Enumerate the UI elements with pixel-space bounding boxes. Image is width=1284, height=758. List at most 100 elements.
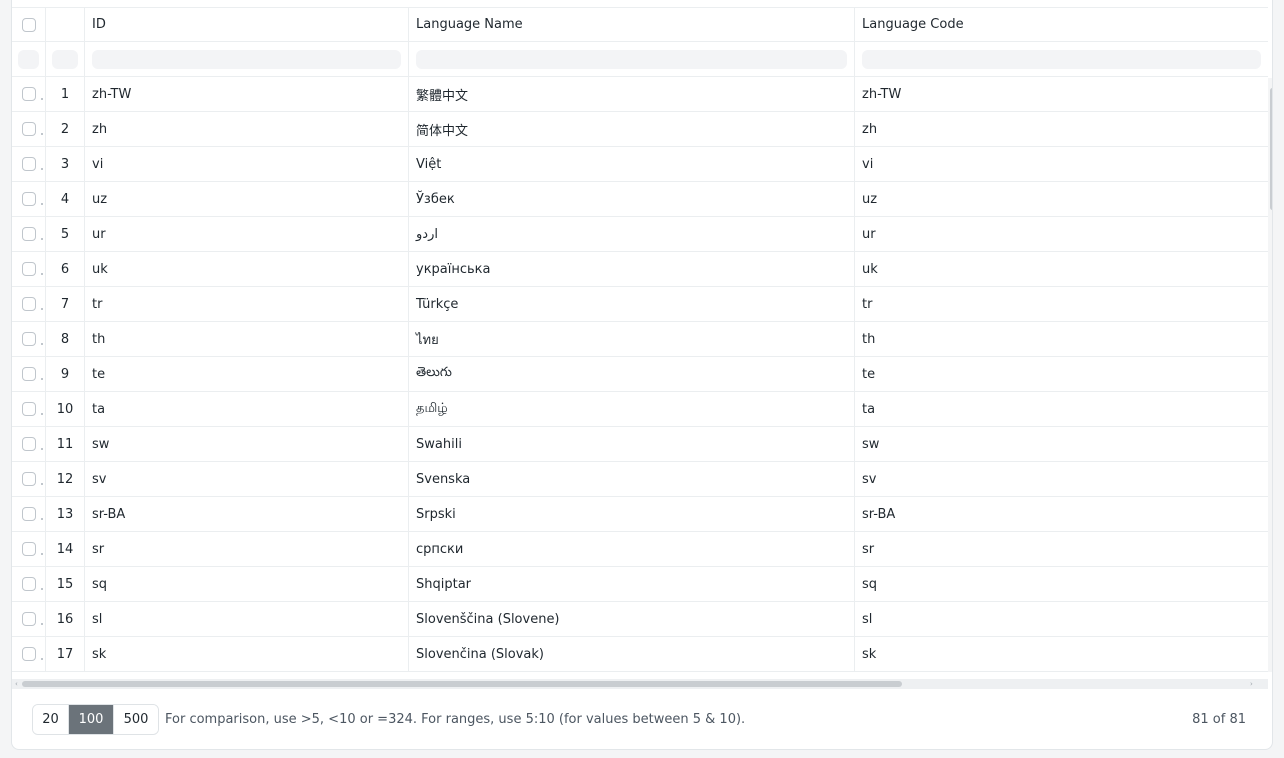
row-checkbox[interactable] <box>21 297 36 311</box>
cell-id[interactable]: ta <box>85 392 409 426</box>
cell-language-code[interactable]: th <box>855 322 1268 356</box>
table-row[interactable]: 2 zh 简体中文 zh <box>12 112 1268 147</box>
filter-input-language-code[interactable] <box>862 49 1261 69</box>
cell-language-code[interactable]: sw <box>855 427 1268 461</box>
cell-id[interactable]: sv <box>85 462 409 496</box>
table-row[interactable]: 12 sv Svenska sv <box>12 462 1268 497</box>
cell-language-code[interactable]: sv <box>855 462 1268 496</box>
row-checkbox[interactable] <box>21 612 36 626</box>
cell-id[interactable]: vi <box>85 147 409 181</box>
row-checkbox[interactable] <box>21 367 36 381</box>
cell-language-name[interactable]: Việt <box>409 147 855 181</box>
horizontal-scrollbar-thumb[interactable] <box>22 681 902 687</box>
row-checkbox[interactable] <box>21 192 36 206</box>
table-row[interactable]: 13 sr-BA Srpski sr-BA <box>12 497 1268 532</box>
cell-language-name[interactable]: தமிழ் <box>409 392 855 426</box>
cell-id[interactable]: uz <box>85 182 409 216</box>
page-size-500-button[interactable]: 500 <box>113 705 158 734</box>
cell-language-code[interactable]: ur <box>855 217 1268 251</box>
cell-language-code[interactable]: zh-TW <box>855 77 1268 111</box>
cell-id[interactable]: zh <box>85 112 409 146</box>
cell-language-code[interactable]: sr-BA <box>855 497 1268 531</box>
table-row[interactable]: 7 tr Türkçe tr <box>12 287 1268 322</box>
cell-id[interactable]: tr <box>85 287 409 321</box>
cell-id[interactable]: sk <box>85 637 409 671</box>
cell-id[interactable]: uk <box>85 252 409 286</box>
cell-id[interactable]: sq <box>85 567 409 601</box>
column-header-id[interactable]: ID <box>85 8 409 41</box>
cell-language-name[interactable]: Swahili <box>409 427 855 461</box>
row-checkbox[interactable] <box>21 402 36 416</box>
cell-language-name[interactable]: 繁體中文 <box>409 77 855 111</box>
cell-id[interactable]: ur <box>85 217 409 251</box>
table-row[interactable]: 10 ta தமிழ் ta <box>12 392 1268 427</box>
select-all-checkbox[interactable] <box>21 17 36 32</box>
cell-language-name[interactable]: Svenska <box>409 462 855 496</box>
cell-language-name[interactable]: українська <box>409 252 855 286</box>
cell-language-name[interactable]: ไทย <box>409 322 855 356</box>
scroll-left-arrow-icon[interactable]: ‹ <box>15 679 18 689</box>
row-checkbox[interactable] <box>21 227 36 241</box>
table-row[interactable]: 5 ur اردو ur <box>12 217 1268 252</box>
table-row[interactable]: 11 sw Swahili sw <box>12 427 1268 462</box>
table-row[interactable]: 8th ไทย th <box>12 322 1268 357</box>
cell-language-name[interactable]: српски <box>409 532 855 566</box>
row-checkbox[interactable] <box>21 262 36 276</box>
table-row[interactable]: 1 zh-TW 繁體中文 zh-TW <box>12 77 1268 112</box>
row-checkbox[interactable] <box>21 437 36 451</box>
cell-language-code[interactable]: vi <box>855 147 1268 181</box>
row-checkbox[interactable] <box>21 87 36 101</box>
table-row[interactable]: 15 sq Shqiptar sq <box>12 567 1268 602</box>
row-checkbox[interactable] <box>21 542 36 556</box>
cell-language-code[interactable]: uz <box>855 182 1268 216</box>
cell-language-name[interactable]: 简体中文 <box>409 112 855 146</box>
cell-language-code[interactable]: sl <box>855 602 1268 636</box>
vertical-scrollbar-thumb[interactable] <box>1270 88 1272 210</box>
cell-language-name[interactable]: Srpski <box>409 497 855 531</box>
column-header-language-code[interactable]: Language Code <box>855 8 1268 41</box>
cell-language-name[interactable]: Türkçe <box>409 287 855 321</box>
row-marker <box>41 273 43 275</box>
cell-language-name[interactable]: Ўзбек <box>409 182 855 216</box>
cell-language-code[interactable]: ta <box>855 392 1268 426</box>
row-checkbox[interactable] <box>21 472 36 486</box>
row-checkbox[interactable] <box>21 122 36 136</box>
cell-language-code[interactable]: te <box>855 357 1268 391</box>
cell-language-code[interactable]: sq <box>855 567 1268 601</box>
cell-language-name[interactable]: Slovenčina (Slovak) <box>409 637 855 671</box>
table-row[interactable]: 16 sl Slovenščina (Slovene) sl <box>12 602 1268 637</box>
row-checkbox[interactable] <box>21 647 36 661</box>
row-checkbox[interactable] <box>21 507 36 521</box>
row-checkbox[interactable] <box>21 157 36 171</box>
page-size-20-button[interactable]: 20 <box>33 705 69 734</box>
table-row[interactable]: 9 te తెలుగు te <box>12 357 1268 392</box>
cell-language-code[interactable]: uk <box>855 252 1268 286</box>
table-row[interactable]: 14 sr српски sr <box>12 532 1268 567</box>
cell-id[interactable]: sr <box>85 532 409 566</box>
cell-language-name[interactable]: اردو <box>409 217 855 251</box>
cell-language-name[interactable]: Shqiptar <box>409 567 855 601</box>
table-row[interactable]: 6 uk українська uk <box>12 252 1268 287</box>
cell-id[interactable]: th <box>85 322 409 356</box>
cell-language-code[interactable]: zh <box>855 112 1268 146</box>
row-checkbox[interactable] <box>21 332 36 346</box>
cell-language-code[interactable]: sk <box>855 637 1268 671</box>
filter-input-id[interactable] <box>92 49 401 69</box>
cell-id[interactable]: sw <box>85 427 409 461</box>
table-row[interactable]: 17 sk Slovenčina (Slovak) sk <box>12 637 1268 672</box>
cell-id[interactable]: sl <box>85 602 409 636</box>
cell-language-name[interactable]: Slovenščina (Slovene) <box>409 602 855 636</box>
page-size-100-button[interactable]: 100 <box>69 705 113 734</box>
cell-id[interactable]: te <box>85 357 409 391</box>
scroll-right-arrow-icon[interactable]: › <box>1250 679 1253 689</box>
cell-id[interactable]: sr-BA <box>85 497 409 531</box>
cell-language-code[interactable]: sr <box>855 532 1268 566</box>
column-header-language-name[interactable]: Language Name <box>409 8 855 41</box>
cell-id[interactable]: zh-TW <box>85 77 409 111</box>
table-row[interactable]: 3 vi Việt vi <box>12 147 1268 182</box>
cell-language-code[interactable]: tr <box>855 287 1268 321</box>
table-row[interactable]: 4 uz Ўзбек uz <box>12 182 1268 217</box>
row-checkbox[interactable] <box>21 577 36 591</box>
cell-language-name[interactable]: తెలుగు <box>409 357 855 391</box>
filter-input-language-name[interactable] <box>416 49 847 69</box>
